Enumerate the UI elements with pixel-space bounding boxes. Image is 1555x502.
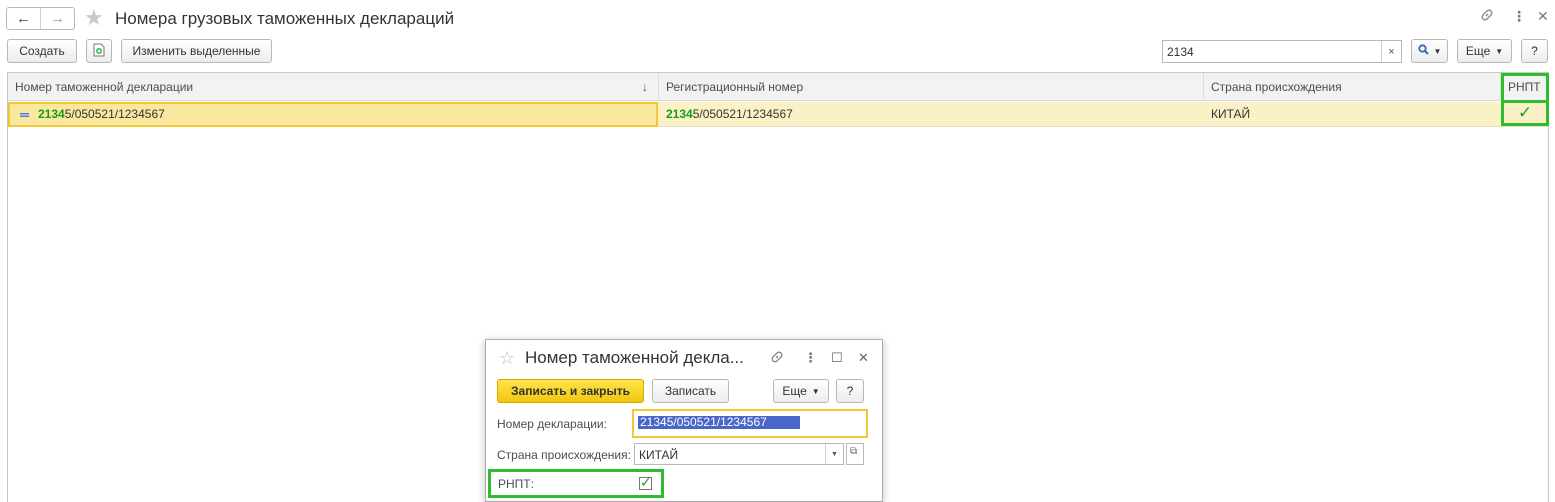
favorite-star-icon[interactable]: ☆ xyxy=(499,348,515,369)
page-title: Номера грузовых таможенных деклараций xyxy=(115,9,455,28)
cell-registration-number[interactable]: 21345/050521/1234567 xyxy=(659,102,1204,127)
more-vertical-icon[interactable]: ⋮ xyxy=(804,350,817,366)
cell-rnpt[interactable]: ✓ xyxy=(1501,100,1549,126)
search-icon xyxy=(1417,44,1429,58)
checkmark-icon: ✓ xyxy=(1517,103,1533,122)
dropdown-arrow-icon[interactable]: ▼ xyxy=(825,444,843,464)
link-icon[interactable] xyxy=(1480,8,1494,25)
save-button[interactable]: Записать xyxy=(652,379,729,403)
search-value: 2134 xyxy=(1167,45,1194,59)
more-label: Еще xyxy=(782,384,807,398)
sort-down-icon: ↓ xyxy=(642,80,648,94)
create-button[interactable]: Создать xyxy=(7,39,77,63)
more-button[interactable]: Еще ▼ xyxy=(773,379,829,403)
add-document-icon xyxy=(93,43,105,60)
open-country-button[interactable]: ⧉ xyxy=(846,443,864,465)
column-header-declaration-number[interactable]: Номер таможенной декларации ↓ xyxy=(8,73,659,101)
favorite-star-icon[interactable]: ★ xyxy=(84,6,104,30)
search-match-text: 2134 xyxy=(666,107,693,121)
search-button[interactable]: ▼ xyxy=(1411,39,1448,63)
maximize-icon[interactable]: ☐ xyxy=(831,350,843,366)
cell-declaration-number[interactable]: 21345/050521/1234567 xyxy=(8,102,658,127)
edit-selected-button[interactable]: Изменить выделенные xyxy=(121,39,272,63)
help-button[interactable]: ? xyxy=(1521,39,1548,63)
more-label: Еще xyxy=(1465,44,1491,58)
column-header-rnpt[interactable]: РНПТ xyxy=(1501,73,1549,101)
dialog-title: Номер таможенной декла... xyxy=(525,348,744,367)
country-value: КИТАЙ xyxy=(639,448,679,462)
search-clear-button[interactable]: × xyxy=(1381,41,1401,62)
close-icon[interactable]: ✕ xyxy=(1537,8,1549,25)
search-input[interactable]: 2134 × xyxy=(1162,40,1402,63)
declaration-dialog: ☆ Номер таможенной декла... ⋮ ☐ ✕ Записа… xyxy=(485,339,883,502)
history-nav: ← → xyxy=(6,7,75,30)
create-from-copy-button[interactable] xyxy=(86,39,112,63)
table-header: Номер таможенной декларации ↓ Регистраци… xyxy=(8,73,1549,101)
rnpt-checkbox[interactable]: ✓ xyxy=(639,474,652,490)
registration-number-rest: 5/050521/1234567 xyxy=(692,107,793,121)
column-header-country[interactable]: Страна происхождения xyxy=(1204,73,1501,101)
cell-country[interactable]: КИТАЙ xyxy=(1204,102,1501,127)
declaration-number-input[interactable]: 21345/050521/1234567 xyxy=(632,409,868,438)
row-state-icon xyxy=(20,112,29,117)
country-label: Страна происхождения: xyxy=(497,448,631,462)
chevron-down-icon: ▼ xyxy=(1433,46,1442,56)
chevron-down-icon: ▼ xyxy=(811,386,820,396)
open-window-icon: ⧉ xyxy=(850,446,858,457)
declaration-number-rest: 5/050521/1234567 xyxy=(64,107,165,121)
help-button[interactable]: ? xyxy=(836,379,864,403)
close-icon[interactable]: ✕ xyxy=(858,350,869,366)
chevron-down-icon: ▼ xyxy=(1495,46,1504,56)
more-button[interactable]: Еще ▼ xyxy=(1457,39,1512,63)
forward-arrow-icon[interactable]: → xyxy=(40,8,74,29)
rnpt-label: РНПТ: xyxy=(498,477,534,491)
declaration-number-value: 21345/050521/1234567 xyxy=(638,416,800,429)
country-select[interactable]: КИТАЙ ▼ xyxy=(634,443,844,465)
more-vertical-icon[interactable]: ⋮ xyxy=(1512,8,1526,25)
checkmark-icon: ✓ xyxy=(640,474,652,490)
rnpt-field: РНПТ: ✓ xyxy=(488,469,664,498)
column-title: Номер таможенной декларации xyxy=(15,80,194,94)
back-arrow-icon[interactable]: ← xyxy=(7,8,40,29)
search-match-text: 2134 xyxy=(38,107,65,121)
declaration-number-label: Номер декларации: xyxy=(497,417,607,431)
column-header-registration-number[interactable]: Регистрационный номер xyxy=(659,73,1204,101)
link-icon[interactable] xyxy=(770,350,784,367)
save-and-close-button[interactable]: Записать и закрыть xyxy=(497,379,644,403)
table-row[interactable]: 21345/050521/1234567 21345/050521/123456… xyxy=(8,100,1549,127)
